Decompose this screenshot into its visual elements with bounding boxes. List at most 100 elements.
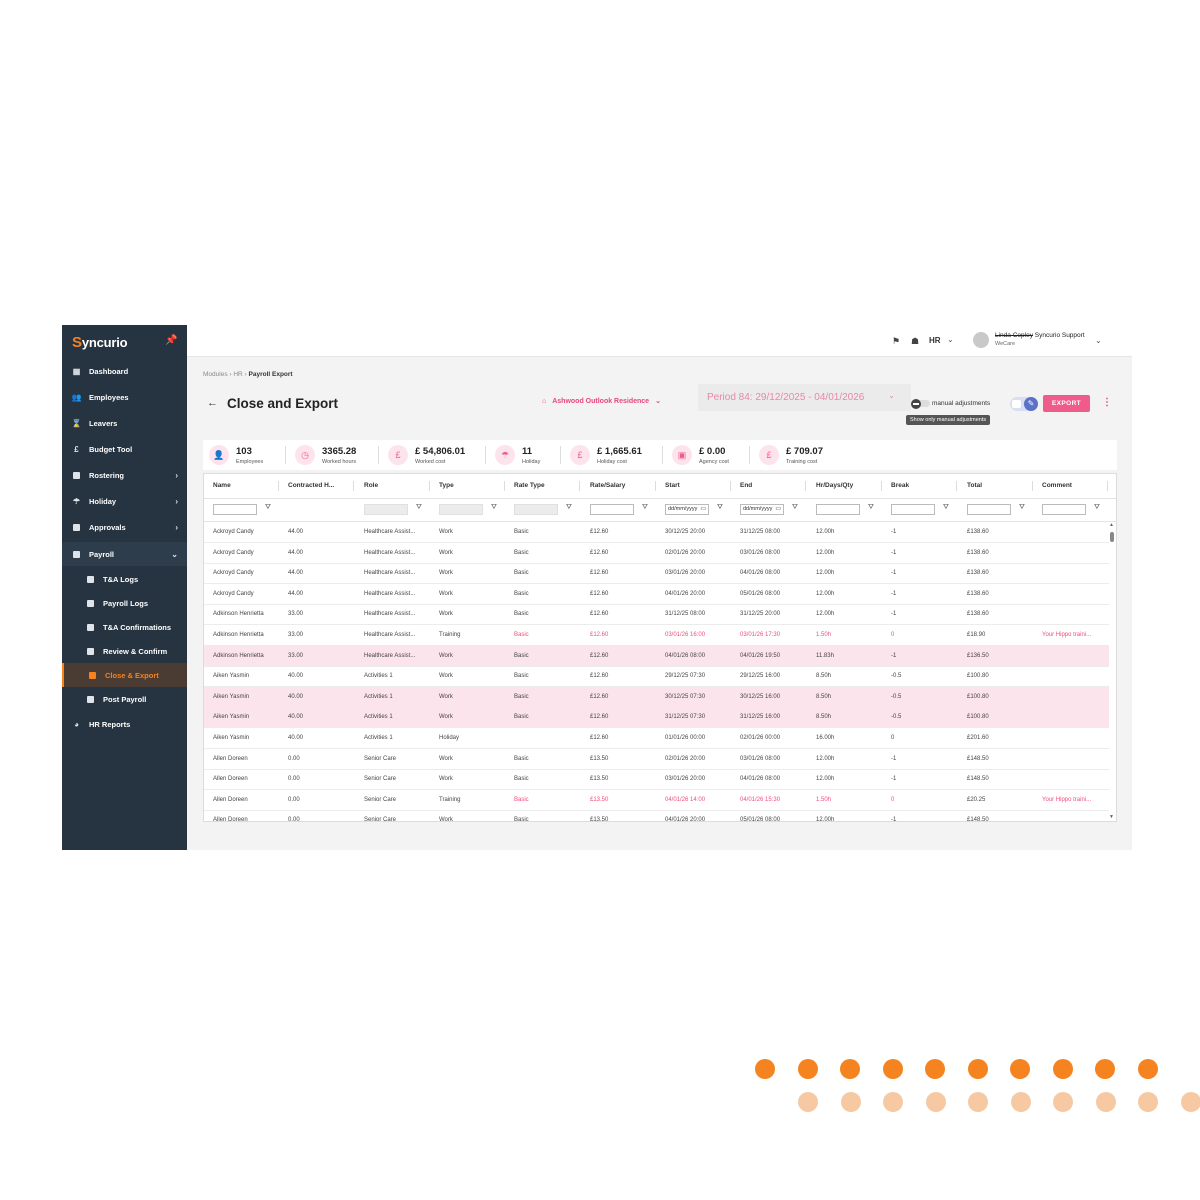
sidebar-item-ta-confirmations[interactable]: T&A Confirmations [62, 615, 187, 639]
cell-comment [1042, 769, 1105, 790]
sidebar-item-close-export[interactable]: Close & Export [62, 663, 187, 687]
table-row[interactable]: Adkinson Henrietta 33.00 Healthcare Assist… [204, 604, 1109, 626]
location-selector[interactable]: ⌂ Ashwood Outlook Residence ⌄ [542, 397, 661, 406]
column-header-start[interactable]: Start [656, 474, 731, 498]
manual-adjustments-toggle[interactable] [911, 399, 921, 409]
sidebar-item-approvals[interactable]: Approvals › [62, 515, 187, 539]
filter-funnel-icon[interactable]: ⛛ [1019, 504, 1025, 512]
column-header-type[interactable]: Type [430, 474, 505, 498]
column-header-contracted[interactable]: Contracted H... [279, 474, 354, 498]
column-header-brk[interactable]: Break [882, 474, 957, 498]
filter-input-comment[interactable] [1042, 504, 1086, 515]
column-header-comment[interactable]: Comment [1033, 474, 1108, 498]
sidebar-item-review-confirm[interactable]: Review & Confirm [62, 639, 187, 663]
stat-label: Employees [236, 459, 264, 465]
filter-input-start[interactable]: dd/mm/yyyy ▭ [665, 504, 709, 515]
table-scrollbar[interactable]: ▲ ▼ [1108, 522, 1116, 820]
column-header-rate-type[interactable]: Rate Type [505, 474, 580, 498]
column-resize-handle[interactable] [956, 481, 957, 491]
sidebar-item-hr-reports[interactable]: ◕ HR Reports [62, 712, 187, 736]
sidebar-item-holiday[interactable]: ☂ Holiday › [62, 489, 187, 513]
sidebar-item-rostering[interactable]: Rostering › [62, 463, 187, 487]
breadcrumb-modules[interactable]: Modules [203, 371, 228, 378]
calendar-icon[interactable]: ▭ [775, 505, 781, 514]
column-resize-handle[interactable] [1107, 481, 1108, 491]
filter-funnel-icon[interactable]: ⛛ [416, 504, 422, 512]
table-row[interactable]: Allen Doreen 0.00 Senior Care Training Basic… [204, 790, 1109, 811]
edit-mode-toggle[interactable]: ✎ [1010, 397, 1038, 411]
filter-input-brk[interactable] [891, 504, 935, 515]
filter-input-end[interactable]: dd/mm/yyyy ▭ [740, 504, 784, 515]
filter-input-total[interactable] [967, 504, 1011, 515]
column-header-end[interactable]: End [731, 474, 806, 498]
filter-funnel-icon[interactable]: ⛛ [717, 504, 723, 512]
filter-input-rate[interactable] [590, 504, 634, 515]
scroll-down-icon[interactable]: ▼ [1109, 814, 1114, 820]
back-arrow-icon[interactable]: ← [207, 397, 218, 409]
cell-end: 03/01/26 17:30 [740, 632, 781, 638]
table-row[interactable]: Aiken Yasmin 40.00 Activities 1 Holiday £12.… [204, 728, 1109, 749]
sidebar-item-payroll-logs[interactable]: Payroll Logs [62, 591, 187, 615]
table-row[interactable]: Adkinson Henrietta 33.00 Healthcare Assist… [204, 645, 1109, 667]
table-row[interactable]: Adkinson Henrietta 33.00 Healthcare Assist… [204, 625, 1109, 646]
user-name[interactable]: Linda Copley Syncurio Support [995, 332, 1085, 339]
chevron-down-icon[interactable]: ⌄ [1095, 336, 1102, 345]
filter-funnel-icon[interactable]: ⛛ [265, 504, 271, 512]
cell-name: Allen Doreen [213, 796, 248, 803]
filter-input-rate-type[interactable] [514, 504, 558, 515]
sidebar-item-employees[interactable]: 👥 Employees [62, 385, 187, 409]
column-header-rate[interactable]: Rate/Salary [581, 474, 656, 498]
pin-icon[interactable]: 📌 [165, 335, 177, 346]
filter-funnel-icon[interactable]: ⛛ [792, 504, 798, 512]
period-selector[interactable]: Period 84: 29/12/2025 - 04/01/2026 ⌄ [698, 384, 911, 411]
table-row[interactable]: Allen Doreen 0.00 Senior Care Work Basic £13.… [204, 810, 1109, 821]
filter-funnel-icon[interactable]: ⛛ [1094, 504, 1100, 512]
sidebar-item-leavers[interactable]: ⌛ Leavers [62, 411, 187, 435]
calendar-icon[interactable]: ▭ [700, 505, 706, 514]
cell-comment [1042, 646, 1105, 667]
table-row[interactable]: Aiken Yasmin 40.00 Activities 1 Work Basic £1… [204, 707, 1109, 729]
chevron-down-icon[interactable]: ⌄ [947, 335, 954, 344]
column-resize-handle[interactable] [353, 481, 354, 491]
location-label: Ashwood Outlook Residence [552, 397, 650, 405]
module-selector[interactable]: HR [929, 336, 941, 345]
breadcrumb-hr[interactable]: HR [233, 371, 242, 378]
column-header-total[interactable]: Total [958, 474, 1033, 498]
filter-funnel-icon[interactable]: ⛛ [491, 504, 497, 512]
sidebar-item-budget-tool[interactable]: £ Budget Tool [62, 437, 187, 461]
column-resize-handle[interactable] [805, 481, 806, 491]
scroll-thumb[interactable] [1110, 532, 1114, 542]
filter-input-role[interactable] [364, 504, 408, 515]
more-vert-icon[interactable]: ⋮ [1102, 397, 1112, 408]
filter-input-name[interactable] [213, 504, 257, 515]
sidebar-item-label: Holiday [89, 496, 117, 506]
table-row[interactable]: Ackroyd Candy 44.00 Healthcare Assist... Wo… [204, 522, 1109, 543]
export-button[interactable]: EXPORT [1043, 395, 1090, 412]
column-header-role[interactable]: Role [355, 474, 430, 498]
sidebar-item-ta-logs[interactable]: T&A Logs [62, 567, 187, 591]
sidebar-item-payroll[interactable]: Payroll ⌄ [62, 542, 187, 566]
flag-icon[interactable]: ⚑ [892, 336, 900, 347]
table-row[interactable]: Ackroyd Candy 44.00 Healthcare Assist... Wo… [204, 543, 1109, 564]
sidebar-item-dashboard[interactable]: ▦ Dashboard [62, 359, 187, 383]
table-row[interactable]: Aiken Yasmin 40.00 Activities 1 Work Basic £1… [204, 686, 1109, 708]
table-row[interactable]: Aiken Yasmin 40.00 Activities 1 Work Basic £1… [204, 666, 1109, 688]
table-row[interactable]: Ackroyd Candy 44.00 Healthcare Assist... Wo… [204, 563, 1109, 585]
divider [749, 446, 750, 464]
column-resize-handle[interactable] [579, 481, 580, 491]
filter-funnel-icon[interactable]: ⛛ [642, 504, 648, 512]
table-row[interactable]: Allen Doreen 0.00 Senior Care Work Basic £13.… [204, 749, 1109, 770]
filter-funnel-icon[interactable]: ⛛ [868, 504, 874, 512]
table-row[interactable]: Ackroyd Candy 44.00 Healthcare Assist... Wo… [204, 584, 1109, 605]
filter-funnel-icon[interactable]: ⛛ [566, 504, 572, 512]
sidebar-item-post-payroll[interactable]: Post Payroll [62, 687, 187, 711]
filter-funnel-icon[interactable]: ⛛ [943, 504, 949, 512]
column-header-name[interactable]: Name [204, 474, 279, 498]
column-header-qty[interactable]: Hr/Days/Qty [807, 474, 882, 498]
filter-input-qty[interactable] [816, 504, 860, 515]
scroll-up-icon[interactable]: ▲ [1109, 522, 1114, 528]
table-row[interactable]: Allen Doreen 0.00 Senior Care Work Basic £13.… [204, 769, 1109, 791]
cell-name: Adkinson Henrietta [213, 652, 264, 659]
avatar[interactable] [973, 332, 989, 348]
filter-input-type[interactable] [439, 504, 483, 515]
